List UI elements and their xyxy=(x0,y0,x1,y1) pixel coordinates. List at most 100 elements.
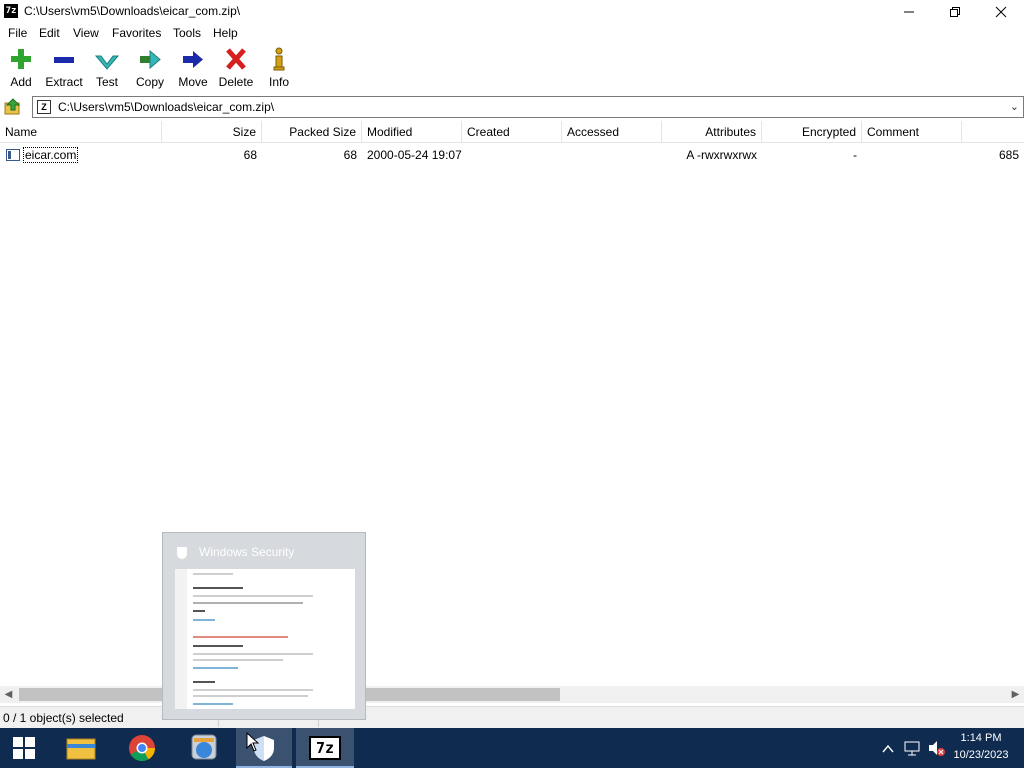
column-encrypted[interactable]: Encrypted xyxy=(762,121,862,143)
file-modified: 2000-05-24 19:07 xyxy=(362,145,462,165)
file-row[interactable]: eicar.com 68 68 2000-05-24 19:07 A -rwxr… xyxy=(0,145,1024,165)
restore-icon xyxy=(949,6,961,18)
scroll-left-arrow-icon[interactable]: ◀ xyxy=(0,686,17,703)
title-bar: 7z C:\Users\vm5\Downloads\eicar_com.zip\ xyxy=(0,0,1024,23)
preview-line xyxy=(193,653,313,655)
preview-sidebar xyxy=(175,569,187,709)
file-comment xyxy=(862,145,962,165)
chrome-icon xyxy=(114,728,170,768)
network-icon xyxy=(902,728,922,768)
minus-icon xyxy=(51,47,77,71)
7zip-taskbar-button[interactable]: 7z xyxy=(296,728,354,768)
plus-icon xyxy=(8,47,34,71)
zip-archive-icon: Z xyxy=(37,100,51,114)
info-label: Info xyxy=(264,75,294,89)
file-explorer-taskbar-button[interactable] xyxy=(56,728,106,768)
file-encrypted: - xyxy=(762,145,862,165)
file-extra-value: 685 xyxy=(962,145,1024,165)
file-attributes: A -rwxrwxrwx xyxy=(662,145,762,165)
scroll-right-arrow-icon[interactable]: ▶ xyxy=(1007,686,1024,703)
clock-time: 1:14 PM xyxy=(948,732,1014,744)
shield-icon xyxy=(177,547,187,559)
windows-logo-icon xyxy=(0,728,48,768)
file-packed-size: 68 xyxy=(262,145,362,165)
column-header-row: Name Size Packed Size Modified Created A… xyxy=(0,121,1024,143)
column-size[interactable]: Size xyxy=(162,121,262,143)
7zip-icon: 7z xyxy=(309,736,341,760)
preview-line xyxy=(193,602,303,604)
installer-globe-icon xyxy=(176,728,232,768)
installer-taskbar-button[interactable] xyxy=(176,728,232,768)
up-folder-button[interactable] xyxy=(4,98,22,116)
preview-line xyxy=(193,703,233,705)
file-list: eicar.com 68 68 2000-05-24 19:07 A -rwxr… xyxy=(0,143,1024,686)
thumbnail-title: Windows Security xyxy=(199,545,294,559)
folder-up-icon xyxy=(4,98,22,116)
minimize-button[interactable] xyxy=(886,0,932,23)
preview-line xyxy=(193,695,308,697)
menu-help[interactable]: Help xyxy=(213,26,238,40)
preview-line xyxy=(193,659,283,661)
preview-line xyxy=(193,573,233,575)
extract-label: Extract xyxy=(42,75,86,89)
selection-status: 0 / 1 object(s) selected xyxy=(3,711,124,725)
menu-edit[interactable]: Edit xyxy=(39,26,60,40)
chrome-taskbar-button[interactable] xyxy=(114,728,170,768)
menu-view[interactable]: View xyxy=(73,26,99,40)
close-icon xyxy=(995,6,1007,18)
7zip-icon-label: 7z xyxy=(311,738,339,758)
column-comment[interactable]: Comment xyxy=(862,121,962,143)
column-created[interactable]: Created xyxy=(462,121,562,143)
column-accessed[interactable]: Accessed xyxy=(562,121,662,143)
file-name-cell: eicar.com xyxy=(18,145,162,165)
taskbar-thumbnail-preview[interactable]: Windows Security xyxy=(162,532,366,720)
column-name[interactable]: Name xyxy=(0,121,162,143)
horizontal-scrollbar[interactable]: ◀ ▶ xyxy=(0,686,1024,703)
extract-button[interactable]: Extract xyxy=(42,47,86,91)
start-button[interactable] xyxy=(0,728,48,768)
move-label: Move xyxy=(175,75,211,89)
preview-line xyxy=(193,681,215,683)
info-icon xyxy=(266,47,292,71)
copy-arrow-icon xyxy=(137,47,163,71)
close-button[interactable] xyxy=(978,0,1024,23)
address-path: C:\Users\vm5\Downloads\eicar_com.zip\ xyxy=(58,100,274,114)
menu-file[interactable]: File xyxy=(8,26,27,40)
delete-label: Delete xyxy=(217,75,255,89)
checkmark-icon xyxy=(94,47,120,71)
network-tray-button[interactable] xyxy=(902,728,922,768)
windows-security-taskbar-button[interactable] xyxy=(236,728,292,768)
file-accessed xyxy=(562,145,662,165)
chevron-up-icon xyxy=(880,728,896,768)
copy-label: Copy xyxy=(132,75,168,89)
thumbnail-window-preview xyxy=(175,569,355,709)
address-combobox[interactable]: Z C:\Users\vm5\Downloads\eicar_com.zip\ … xyxy=(32,96,1024,118)
menu-bar: File Edit View Favorites Tools Help xyxy=(0,23,1024,43)
copy-button[interactable]: Copy xyxy=(132,47,168,91)
clock-tray-button[interactable]: 1:14 PM 10/23/2023 xyxy=(948,728,1014,768)
test-button[interactable]: Test xyxy=(90,47,124,91)
column-modified[interactable]: Modified xyxy=(362,121,462,143)
volume-muted-icon xyxy=(926,728,946,768)
add-label: Add xyxy=(4,75,38,89)
delete-button[interactable]: Delete xyxy=(217,47,255,91)
status-bar: 0 / 1 object(s) selected xyxy=(0,706,1024,728)
info-button[interactable]: Info xyxy=(264,47,294,91)
add-button[interactable]: Add xyxy=(4,47,38,91)
preview-line xyxy=(193,587,243,589)
restore-button[interactable] xyxy=(932,0,978,23)
menu-favorites[interactable]: Favorites xyxy=(112,26,161,40)
volume-tray-button[interactable] xyxy=(926,728,946,768)
chevron-down-icon[interactable]: ⌄ xyxy=(1010,100,1019,113)
folder-icon xyxy=(56,728,106,768)
move-button[interactable]: Move xyxy=(175,47,211,91)
mouse-cursor-icon xyxy=(246,732,260,752)
show-hidden-icons-button[interactable] xyxy=(880,728,896,768)
clock-date: 10/23/2023 xyxy=(948,749,1014,761)
menu-tools[interactable]: Tools xyxy=(173,26,201,40)
delete-x-icon xyxy=(223,47,249,71)
file-size: 68 xyxy=(162,145,262,165)
column-packed-size[interactable]: Packed Size xyxy=(262,121,362,143)
column-attributes[interactable]: Attributes xyxy=(662,121,762,143)
preview-line xyxy=(193,645,243,647)
